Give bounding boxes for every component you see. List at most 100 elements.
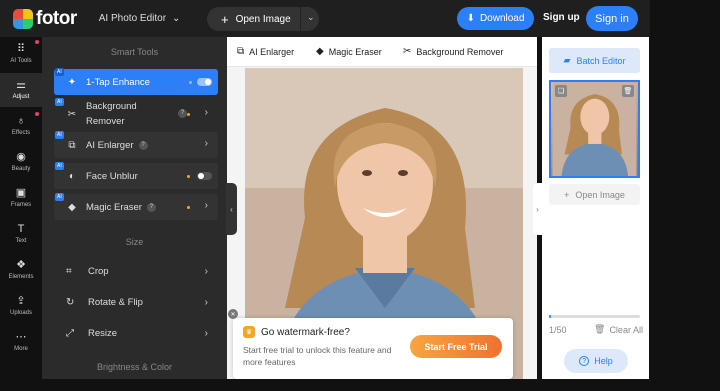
- tool-background-remover[interactable]: AI ✂ Background Remover ? ›: [54, 98, 218, 129]
- rail-label: Adjust: [12, 94, 30, 100]
- batch-editor-button[interactable]: ▰ Batch Editor: [549, 48, 640, 73]
- fotor-logo[interactable]: fotor: [13, 8, 77, 30]
- tool-label: Resize: [88, 327, 118, 339]
- clear-all-button[interactable]: 🗑 Clear All: [594, 324, 643, 335]
- open-image-button[interactable]: + Open Image ⌄: [207, 7, 319, 31]
- canvas-tool-ai-enlarger[interactable]: ⧉ AI Enlarger: [237, 46, 294, 57]
- brightness-color-heading: Brightness & Color: [96, 362, 173, 372]
- open-image-label: Open Image: [575, 189, 625, 200]
- eye-icon: ◉: [16, 151, 26, 163]
- collapse-right-panel-button[interactable]: ›: [533, 183, 542, 235]
- tool-1-tap-enhance[interactable]: AI ✦ 1-Tap Enhance: [54, 68, 218, 95]
- enhance-toggle[interactable]: [197, 78, 212, 86]
- tool-ai-enlarger[interactable]: AI ⧉ AI Enlarger ? ›: [54, 131, 218, 158]
- rail-item-adjust[interactable]: ⚌ Adjust: [0, 73, 42, 107]
- notification-dot: [35, 40, 39, 44]
- rail-item-more[interactable]: ⋯ More: [0, 325, 42, 359]
- help-button[interactable]: ? Help: [564, 349, 628, 373]
- plus-icon: +: [564, 189, 570, 200]
- rail-item-beauty[interactable]: ◉ Beauty: [0, 145, 42, 179]
- chevron-right-icon: ›: [204, 138, 208, 149]
- tool-crop[interactable]: ⌗ Crop ›: [66, 262, 216, 280]
- rail-item-text[interactable]: T Text: [0, 217, 42, 251]
- smart-tools-heading: Smart Tools: [110, 47, 159, 57]
- tool-label: 1-Tap Enhance: [86, 76, 150, 88]
- rail-item-elements[interactable]: ❖ Elements: [0, 253, 42, 287]
- image-count: 1/50: [549, 325, 567, 335]
- face-unblur-icon: ◐: [68, 170, 76, 182]
- tool-label: Crop: [88, 265, 109, 277]
- sign-up-link[interactable]: Sign up: [543, 12, 580, 23]
- trash-icon: 🗑: [594, 324, 606, 334]
- tool-resize[interactable]: ⤢ Resize ›: [66, 324, 216, 342]
- batch-editor-label: Batch Editor: [576, 55, 626, 66]
- wand-icon: ✦: [67, 76, 77, 88]
- plus-icon: +: [221, 11, 229, 27]
- enlarge-icon: ⧉: [237, 46, 245, 57]
- promo-title: Go watermark-free?: [261, 327, 350, 338]
- rail-label: Frames: [10, 202, 32, 208]
- editor-select[interactable]: AI Photo Editor ⌄: [99, 13, 181, 24]
- rotate-icon: ↻: [66, 296, 75, 308]
- tool-magic-eraser[interactable]: AI ◆ Magic Eraser ? ›: [54, 193, 218, 220]
- rail-label: More: [14, 346, 28, 352]
- right-panel: ▰ Batch Editor ❏ 🗑 + Open Image 1/50 🗑 C…: [542, 37, 649, 379]
- add-open-image-button[interactable]: + Open Image: [549, 184, 640, 205]
- help-icon[interactable]: ?: [138, 140, 148, 150]
- rail-item-effects[interactable]: ♁ Effects: [0, 109, 42, 143]
- resize-icon: ⤢: [66, 327, 74, 339]
- trash-icon[interactable]: 🗑: [622, 85, 634, 97]
- close-icon[interactable]: ✕: [228, 309, 238, 319]
- download-label: Download: [479, 13, 525, 24]
- help-icon[interactable]: ?: [178, 109, 187, 118]
- tool-face-unblur[interactable]: AI ◐ Face Unblur: [54, 162, 218, 189]
- canvas-tool-background-remover[interactable]: ✂ Background Remover: [403, 46, 503, 57]
- rail-label: Elements: [8, 274, 34, 280]
- open-image-dropdown-icon[interactable]: ⌄: [307, 12, 315, 23]
- progress-fill: [549, 315, 551, 318]
- tool-label: Rotate & Flip: [88, 296, 143, 308]
- tool-label: Face Unblur: [86, 170, 138, 182]
- pro-dot: [187, 113, 190, 116]
- canvas-toolbar: ⧉ AI Enlarger ◆ Magic Eraser ✂ Backgroun…: [227, 37, 537, 67]
- download-button[interactable]: ⬇ Download: [457, 7, 534, 30]
- ai-badge: AI: [55, 68, 64, 76]
- image-count-progress: [549, 315, 640, 318]
- rail-label: Text: [15, 238, 27, 244]
- rail-item-ai-tools[interactable]: ⠿ AI Tools: [0, 37, 42, 71]
- layers-icon[interactable]: ❏: [555, 85, 567, 97]
- chevron-right-icon: ›: [204, 200, 208, 211]
- ai-badge: AI: [55, 193, 64, 201]
- canvas-tool-magic-eraser[interactable]: ◆ Magic Eraser: [316, 46, 382, 57]
- crown-icon: ♛: [243, 326, 255, 338]
- more-icon: ⋯: [15, 331, 27, 343]
- rail-label: Beauty: [11, 166, 31, 172]
- batch-icon: ▰: [563, 55, 571, 65]
- ai-badge: AI: [55, 98, 64, 106]
- collapse-left-panel-button[interactable]: ‹: [226, 183, 237, 235]
- rail-label: Uploads: [9, 310, 32, 316]
- start-free-trial-button[interactable]: Start Free Trial: [410, 335, 502, 358]
- scissors-icon: ✂: [403, 46, 412, 57]
- tool-rotate-flip[interactable]: ↻ Rotate & Flip ›: [66, 293, 216, 311]
- window-bottom-edge: [0, 379, 650, 391]
- logo-text: fotor: [36, 7, 77, 29]
- canvas-tool-label: Magic Eraser: [328, 46, 382, 57]
- rail-item-uploads[interactable]: ⇪ Uploads: [0, 289, 42, 323]
- chevron-right-icon: ›: [204, 296, 208, 308]
- eraser-icon: ◆: [68, 201, 76, 213]
- rail-label: AI Tools: [10, 58, 32, 64]
- eraser-icon: ◆: [316, 46, 324, 57]
- chevron-right-icon: ›: [204, 107, 208, 118]
- face-unblur-toggle[interactable]: [197, 172, 212, 180]
- image-thumbnail[interactable]: ❏ 🗑: [549, 80, 640, 178]
- pro-dot: [189, 81, 192, 84]
- tool-label: Magic Eraser: [86, 201, 142, 213]
- open-image-label: Open Image: [235, 13, 291, 25]
- help-icon[interactable]: ?: [146, 202, 156, 212]
- tool-label: AI Enlarger: [86, 139, 134, 151]
- chevron-right-icon: ›: [204, 265, 208, 277]
- promo-description: Start free trial to unlock this feature …: [243, 345, 392, 367]
- rail-item-frames[interactable]: ▣ Frames: [0, 181, 42, 215]
- sign-in-button[interactable]: Sign in: [586, 6, 638, 31]
